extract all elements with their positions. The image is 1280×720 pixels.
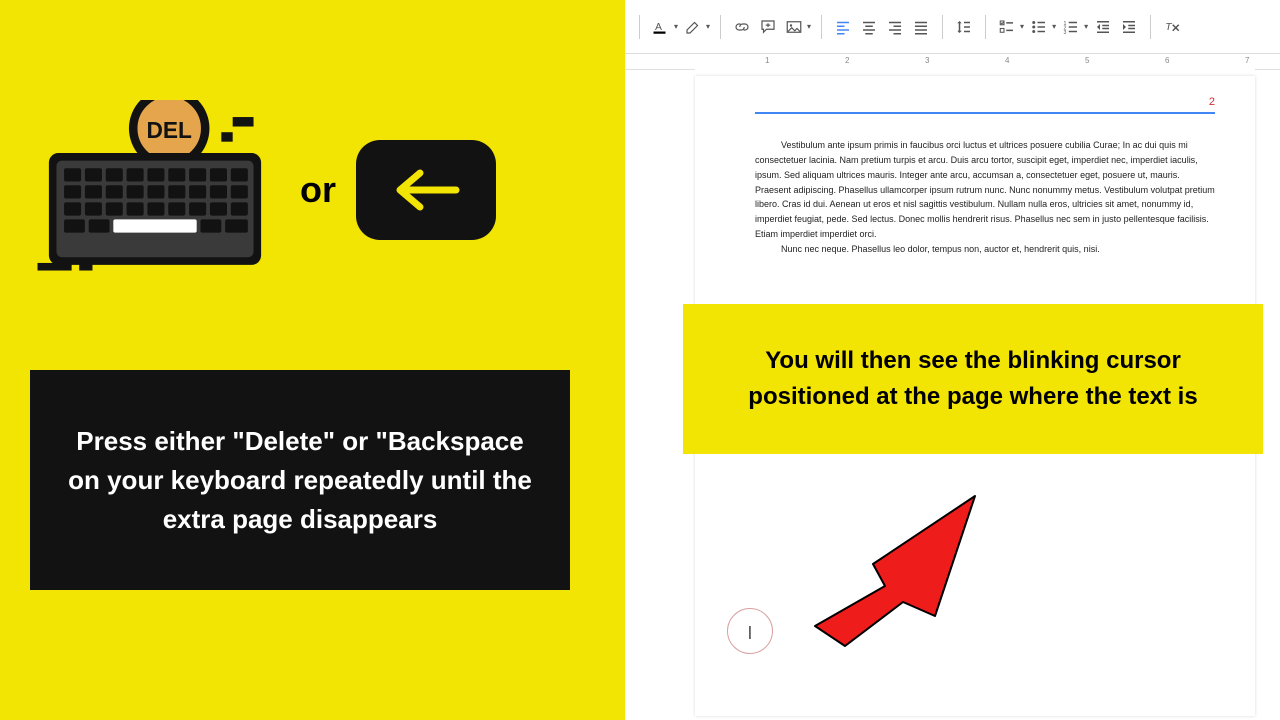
line-spacing-button[interactable] [953,16,975,38]
svg-text:T: T [1165,21,1173,33]
link-button[interactable] [731,16,753,38]
pointer-arrow-icon [795,466,1015,666]
cursor-indicator-circle: | [727,608,773,654]
svg-text:A: A [655,21,662,33]
checklist-button[interactable] [996,16,1018,38]
indent-increase-button[interactable] [1118,16,1140,38]
text-color-button[interactable]: A [650,16,672,38]
indent-decrease-button[interactable] [1092,16,1114,38]
align-left-button[interactable] [832,16,854,38]
ruler: 1 2 3 4 5 6 7 [625,54,1280,70]
docs-preview-panel: A▾ ▾ ▾ ▾ ▾ 123▾ T 1 2 3 4 5 6 7 [625,0,1280,720]
number-list-button[interactable]: 123 [1060,16,1082,38]
text-cursor-icon: | [748,623,752,639]
clear-format-button[interactable]: T [1161,16,1183,38]
svg-text:DEL: DEL [146,117,192,143]
align-center-button[interactable] [858,16,880,38]
or-label: or [300,169,336,211]
paragraph-2: Nunc nec neque. Phasellus leo dolor, tem… [755,242,1215,257]
page-body: Vestibulum ante ipsum primis in faucibus… [755,138,1215,257]
align-right-button[interactable] [884,16,906,38]
tutorial-left-panel: DEL or [0,0,625,720]
header-divider [755,112,1215,114]
svg-text:3: 3 [1064,29,1067,35]
highlight-button[interactable] [682,16,704,38]
backspace-key-icon [356,140,496,240]
callout-text: You will then see the blinking cursor po… [707,343,1239,415]
keyboard-del-icon: DEL [30,100,280,280]
callout-box: You will then see the blinking cursor po… [683,304,1263,454]
page-number: 2 [755,96,1215,108]
instruction-box: Press either "Delete" or "Backspace on y… [30,370,570,590]
bullet-list-button[interactable] [1028,16,1050,38]
docs-toolbar: A▾ ▾ ▾ ▾ ▾ 123▾ T [625,0,1280,54]
paragraph-1: Vestibulum ante ipsum primis in faucibus… [755,138,1215,242]
comment-button[interactable] [757,16,779,38]
keyboard-illustration-row: DEL or [30,100,600,280]
instruction-text: Press either "Delete" or "Backspace on y… [60,422,540,539]
image-button[interactable] [783,16,805,38]
align-justify-button[interactable] [910,16,932,38]
